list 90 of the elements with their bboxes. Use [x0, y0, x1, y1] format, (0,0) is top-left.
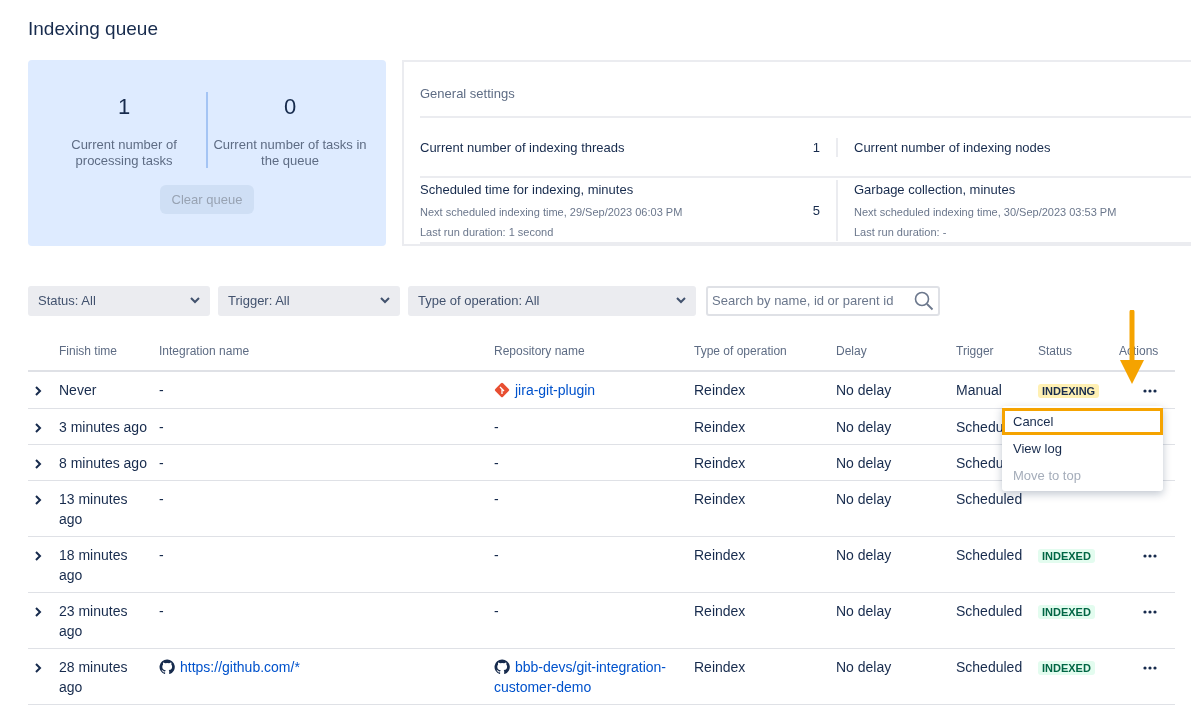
operation-type: Reindex — [694, 658, 746, 675]
column-header: Status — [1034, 335, 1115, 371]
finish-time: 28 minutes ago — [59, 658, 128, 695]
empty-value: - — [494, 546, 499, 563]
expand-chevron-icon — [34, 550, 42, 563]
stat-value: 0 — [282, 92, 298, 121]
chevron-down-icon — [380, 297, 390, 305]
empty-value: - — [159, 418, 164, 435]
expand-chevron-icon — [34, 422, 42, 435]
more-actions-icon[interactable] — [1143, 554, 1157, 559]
setting-label: Current number of indexing threads — [420, 138, 626, 157]
setting-note: Next scheduled indexing time, 29/Sep/2023 06:03 PM — [420, 204, 684, 220]
stat-label: Current number of processing tasks — [70, 136, 178, 169]
delay-value: No delay — [836, 490, 892, 507]
trigger-value: Scheduled — [956, 658, 1023, 675]
repository-link[interactable]: jira-git-plugin — [494, 379, 686, 400]
repository-link[interactable]: https://github.com/* — [159, 656, 486, 677]
filter-dropdown[interactable]: Trigger: All — [218, 285, 400, 316]
operation-type: Reindex — [694, 546, 746, 563]
setting-note: Last run duration: - — [854, 225, 948, 241]
column-header: Trigger — [952, 335, 1034, 371]
expand-chevron-icon — [34, 662, 42, 675]
status-badge: INDEXED — [1038, 604, 1095, 619]
expand-chevron-icon — [34, 494, 42, 507]
filter-dropdown[interactable]: Type of operation: All — [408, 285, 696, 316]
expand-chevron-icon — [34, 606, 42, 619]
status-badge: INDEXED — [1038, 548, 1095, 563]
column-header: Delay — [832, 335, 952, 371]
status-badge: INDEXING — [1038, 383, 1100, 398]
section-title: General settings — [420, 61, 1191, 119]
column-header: Type of operation — [690, 335, 832, 371]
operation-type: Reindex — [694, 381, 746, 398]
finish-time: 8 minutes ago — [59, 454, 147, 471]
operation-type: Reindex — [694, 418, 746, 435]
stat-value: 1 — [116, 92, 132, 121]
empty-value: - — [494, 602, 499, 619]
delay-value: No delay — [836, 454, 892, 471]
status-badge: INDEXED — [1038, 660, 1095, 675]
operation-type: Reindex — [694, 454, 746, 471]
empty-value: - — [159, 454, 164, 471]
setting-label: Current number of indexing nodes — [854, 138, 1051, 157]
empty-value: - — [159, 381, 164, 398]
empty-value: - — [494, 490, 499, 507]
finish-time: 23 minutes ago — [59, 602, 128, 639]
empty-value: - — [494, 454, 499, 471]
finish-time: Never — [59, 381, 97, 398]
empty-value: - — [159, 490, 164, 507]
delay-value: No delay — [836, 418, 892, 435]
chevron-down-icon — [190, 297, 200, 305]
delay-value: No delay — [836, 602, 892, 619]
chevron-down-icon — [676, 297, 686, 305]
github-icon — [159, 658, 175, 675]
delay-value: No delay — [836, 658, 892, 675]
delay-value: No delay — [836, 546, 892, 563]
empty-value: - — [159, 602, 164, 619]
search-icon — [914, 290, 934, 311]
setting-label: Scheduled time for indexing, minutes — [420, 181, 635, 200]
operation-type: Reindex — [694, 490, 746, 507]
menu-item[interactable]: View log — [1002, 435, 1163, 462]
setting-note: Last run duration: 1 second — [420, 225, 555, 241]
operation-type: Reindex — [694, 602, 746, 619]
empty-value: - — [159, 546, 164, 563]
trigger-value: Scheduled — [956, 602, 1023, 619]
expand-chevron-icon — [34, 385, 42, 398]
expand-chevron-icon — [34, 458, 42, 471]
setting-label: Garbage collection, minutes — [854, 181, 1017, 200]
empty-value: - — [494, 418, 499, 435]
trigger-value: Scheduled — [956, 546, 1023, 563]
setting-value: 5 — [811, 201, 820, 220]
column-header: Repository name — [490, 335, 690, 371]
more-actions-icon[interactable] — [1143, 389, 1157, 394]
delay-value: No delay — [836, 381, 892, 398]
column-header: Integration name — [155, 335, 490, 371]
setting-note: Next scheduled indexing time, 30/Sep/2023 03:53 PM — [854, 204, 1117, 220]
setting-value: 1 — [811, 138, 820, 157]
trigger-value: Scheduled — [956, 490, 1023, 507]
repository-link[interactable]: bbb-devs/git-integration-customer-demo — [494, 656, 690, 697]
finish-time: 3 minutes ago — [59, 418, 147, 435]
menu-item[interactable]: Cancel — [1002, 408, 1163, 435]
more-actions-icon[interactable] — [1143, 666, 1157, 671]
github-icon — [494, 658, 510, 675]
column-header: Finish time — [55, 335, 155, 371]
trigger-value: Manual — [956, 381, 1002, 398]
filter-dropdown[interactable]: Status: All — [28, 285, 210, 316]
page-title: Indexing queue — [28, 18, 159, 41]
search-field[interactable]: Search by name, id or parent id — [706, 285, 940, 316]
finish-time: 18 minutes ago — [59, 546, 128, 583]
stat-label: Current number of tasks in the queue — [212, 136, 368, 169]
finish-time: 13 minutes ago — [59, 490, 128, 527]
more-actions-icon[interactable] — [1143, 610, 1157, 615]
